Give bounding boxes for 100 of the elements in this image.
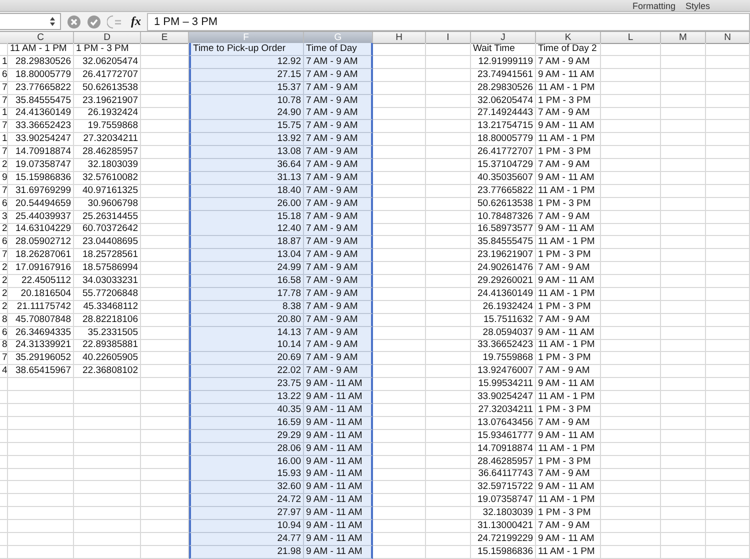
table-cell: 7 AM - 9 AM bbox=[304, 275, 373, 288]
empty-cell bbox=[601, 159, 661, 172]
cancel-icon[interactable] bbox=[67, 14, 81, 28]
table-cell: 7 AM - 9 AM bbox=[304, 339, 373, 352]
table-cell: 28.46285957 bbox=[471, 456, 536, 468]
fx-label[interactable]: fx bbox=[131, 14, 141, 29]
table-cell: 1 PM - 3 PM bbox=[536, 300, 601, 314]
empty-cell bbox=[426, 107, 471, 120]
empty-cell bbox=[661, 56, 706, 69]
column-header[interactable]: M bbox=[661, 32, 706, 44]
empty-cell bbox=[426, 223, 471, 236]
table-cell: 1 PM - 3 PM bbox=[536, 249, 601, 262]
table-cell: 12.92 bbox=[189, 56, 304, 69]
empty-cell bbox=[661, 43, 706, 56]
empty-cell bbox=[426, 82, 471, 95]
table-cell: 1 PM - 3 PM bbox=[536, 94, 601, 108]
empty-cell bbox=[706, 314, 750, 327]
table-cell: 13.04 bbox=[189, 249, 304, 262]
table-cell: 15.75 bbox=[189, 120, 304, 134]
column-header[interactable]: C bbox=[8, 32, 74, 44]
table-cell: 2 bbox=[0, 262, 8, 276]
table-cell: 7 AM - 9 AM bbox=[304, 326, 373, 340]
column-header[interactable]: K bbox=[536, 32, 601, 44]
column-header[interactable]: J bbox=[471, 32, 536, 44]
table-cell: 30.9606798 bbox=[74, 198, 141, 211]
empty-cell bbox=[661, 468, 706, 482]
empty-cell bbox=[426, 94, 471, 108]
empty-cell bbox=[661, 288, 706, 301]
table-cell: 14.70918874 bbox=[8, 146, 74, 160]
table-cell: 14.13 bbox=[189, 326, 304, 340]
table-cell: 9 AM - 11 AM bbox=[536, 532, 601, 546]
empty-cell bbox=[74, 456, 141, 468]
table-cell: 28.82218106 bbox=[74, 314, 141, 327]
table-cell: 28.05902712 bbox=[8, 236, 74, 250]
table-cell: 50.62613538 bbox=[74, 82, 141, 95]
formula-field[interactable]: 1 PM – 3 PM bbox=[147, 12, 750, 30]
table-cell: 1 PM - 3 PM bbox=[536, 146, 601, 160]
table-cell: 18.80005779 bbox=[471, 133, 536, 146]
stepper-icon[interactable] bbox=[49, 16, 56, 27]
empty-cell bbox=[661, 430, 706, 443]
table-cell: 3 bbox=[0, 210, 8, 224]
empty-cell bbox=[601, 416, 661, 430]
table-cell: 7 AM - 9 AM bbox=[304, 365, 373, 378]
table-cell: 7 bbox=[0, 184, 8, 198]
table-cell: 9 AM - 11 AM bbox=[304, 494, 373, 508]
table-cell: 8 bbox=[0, 314, 8, 327]
table-cell: 40.97161325 bbox=[74, 184, 141, 198]
table-cell: 45.70807848 bbox=[8, 314, 74, 327]
table-cell: 25.26314455 bbox=[74, 210, 141, 224]
table-cell: 11 AM - 1 PM bbox=[536, 546, 601, 559]
table-cell: 19.07358747 bbox=[471, 494, 536, 508]
empty-cell bbox=[706, 442, 750, 456]
table-cell: 26.1932424 bbox=[471, 300, 536, 314]
empty-cell bbox=[706, 133, 750, 146]
column-header[interactable]: H bbox=[373, 32, 426, 44]
table-cell: 7 bbox=[0, 120, 8, 134]
table-cell: 35.84555475 bbox=[471, 236, 536, 250]
empty-cell bbox=[426, 532, 471, 546]
table-cell: 13.92476007 bbox=[471, 365, 536, 378]
empty-cell bbox=[601, 94, 661, 108]
empty-cell bbox=[706, 56, 750, 69]
table-cell: 9 AM - 11 AM bbox=[304, 520, 373, 533]
empty-cell bbox=[706, 532, 750, 546]
empty-cell bbox=[601, 198, 661, 211]
empty-cell bbox=[706, 507, 750, 520]
empty-cell bbox=[74, 391, 141, 404]
table-cell: 9 AM - 11 AM bbox=[304, 532, 373, 546]
table-cell: 24.41360149 bbox=[471, 288, 536, 301]
table-cell: 9 AM - 11 AM bbox=[304, 456, 373, 468]
empty-cell bbox=[661, 314, 706, 327]
column-header[interactable]: N bbox=[706, 32, 750, 44]
empty-cell bbox=[426, 146, 471, 160]
ribbon-label[interactable]: Formatting bbox=[632, 2, 676, 11]
column-header[interactable]: D bbox=[74, 32, 141, 44]
table-cell: 28.0594037 bbox=[471, 326, 536, 340]
empty-cell bbox=[706, 43, 750, 56]
table-cell: 32.60 bbox=[189, 481, 304, 494]
ribbon-label[interactable]: Styles bbox=[685, 2, 710, 11]
empty-cell bbox=[601, 404, 661, 417]
table-cell: 7 bbox=[0, 352, 8, 366]
table-cell: 26.41772707 bbox=[74, 68, 141, 82]
empty-cell bbox=[706, 275, 750, 288]
table-cell: 31.13000421 bbox=[471, 520, 536, 533]
table-cell: 32.57610082 bbox=[74, 172, 141, 185]
empty-cell bbox=[661, 339, 706, 352]
empty-cell bbox=[661, 120, 706, 134]
empty-cell bbox=[661, 82, 706, 95]
table-cell: 1 PM - 3 PM bbox=[536, 507, 601, 520]
table-cell: 20.69 bbox=[189, 352, 304, 366]
empty-cell bbox=[601, 210, 661, 224]
column-header[interactable]: L bbox=[601, 32, 661, 44]
table-cell: 9 AM - 11 AM bbox=[304, 430, 373, 443]
table-cell: 15.93 bbox=[189, 468, 304, 482]
table-cell: 9 AM - 11 AM bbox=[536, 430, 601, 443]
table-cell: 7 AM - 9 AM bbox=[304, 249, 373, 262]
column-header[interactable]: E bbox=[141, 32, 189, 44]
empty-cell bbox=[426, 546, 471, 559]
check-icon[interactable] bbox=[87, 14, 101, 28]
column-header[interactable]: I bbox=[426, 32, 471, 44]
table-cell: 15.99534211 bbox=[471, 378, 536, 392]
